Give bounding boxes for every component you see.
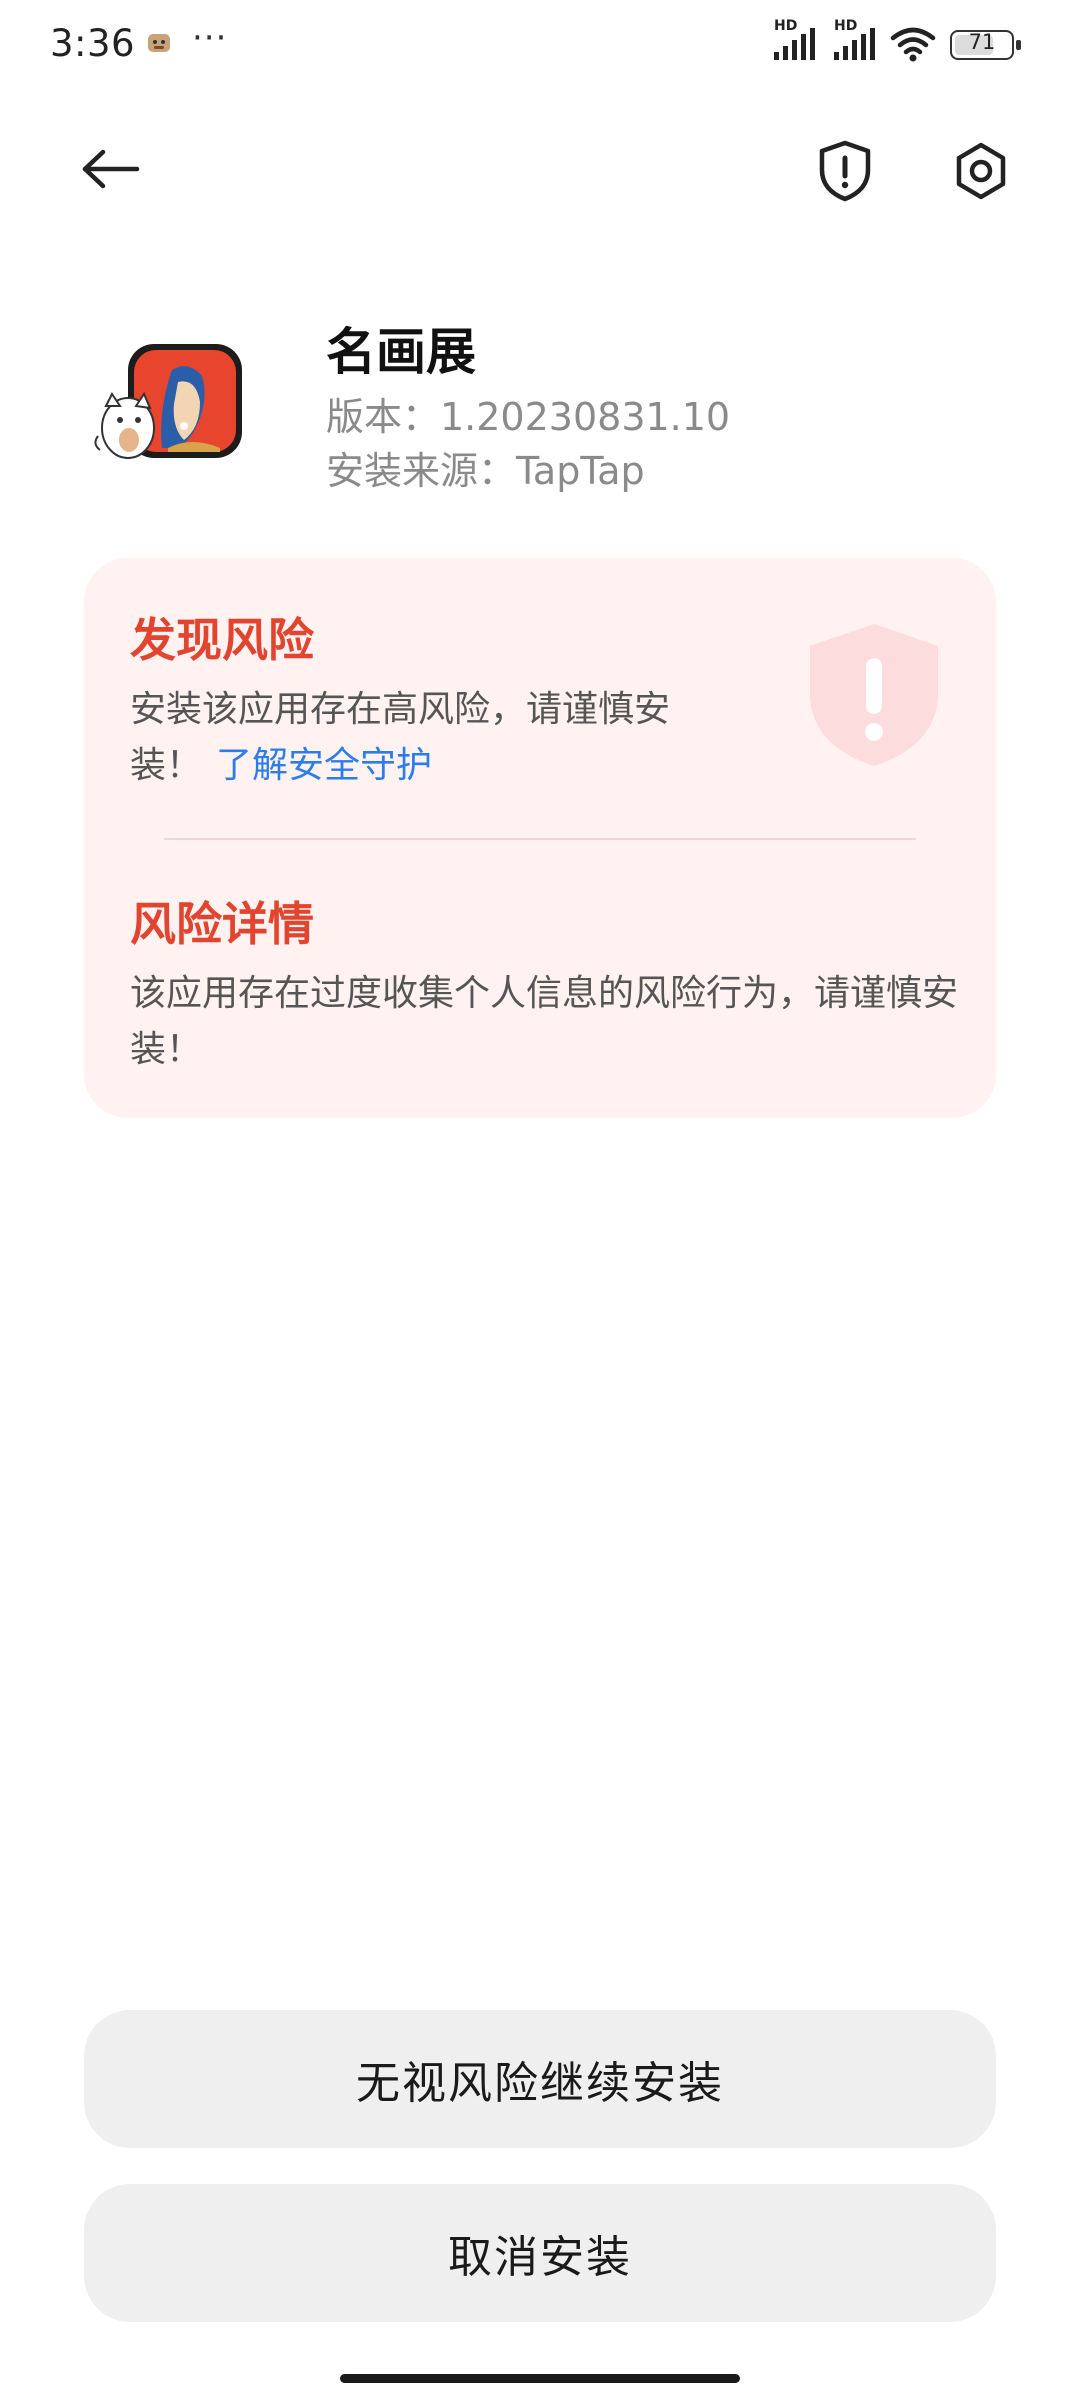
app-version: 版本：1.20230831.10 [326,395,731,439]
battery-level: 71 [968,30,996,54]
card-divider [164,838,916,840]
notification-app-icon [148,34,170,52]
risk-title: 发现风险 [130,613,314,667]
cellular-signal-icon: HD [772,18,822,64]
risk-card: 发现风险 安装该应用存在高风险，请谨慎安装！ 了解安全守护 风险详情 该应用存在过… [84,558,996,1118]
risk-detail-description: 该应用存在过度收集个人信息的风险行为，请谨慎安装！ [130,973,959,1070]
app-name: 名画展 [326,323,476,381]
status-time: 3:36 [50,22,136,65]
security-protection-link[interactable]: 了解安全守护 [216,745,432,786]
wifi-icon [890,27,936,62]
arrow-left-icon [82,149,140,189]
home-indicator[interactable] [340,2374,740,2383]
status-bar: 3:36 ··· HD HD 71 [0,0,1080,92]
shield-exclamation-icon [819,140,871,202]
back-button[interactable] [66,124,156,214]
settings-button[interactable] [936,126,1026,216]
cellular-signal-icon-2: HD [832,18,882,64]
continue-install-button[interactable]: 无视风险继续安装 [84,2010,996,2148]
cancel-install-button[interactable]: 取消安装 [84,2184,996,2322]
hexagon-gear-icon [956,142,1006,200]
battery-icon: 71 [950,30,1021,60]
app-install-source: 安装来源：TapTap [326,449,645,493]
security-shield-button[interactable] [800,126,890,216]
warning-shield-icon [810,624,938,766]
app-icon [94,344,242,459]
risk-detail-title: 风险详情 [130,897,314,951]
risk-description: 安装该应用存在高风险，请谨慎安装！ 了解安全守护 [130,682,730,794]
more-notifications-icon: ··· [192,18,228,58]
